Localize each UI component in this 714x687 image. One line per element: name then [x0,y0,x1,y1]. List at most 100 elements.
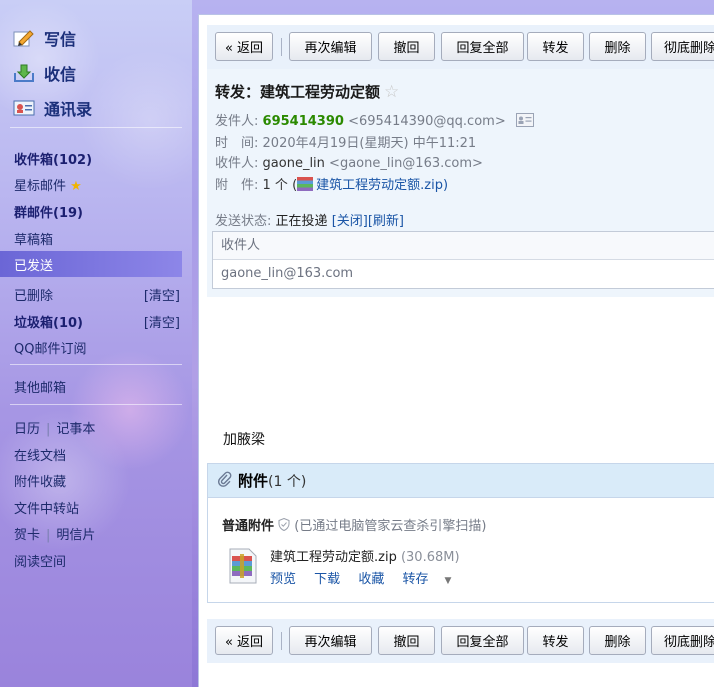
contact-card-icon [12,97,36,119]
time-label: 时 间: [215,136,259,151]
status-refresh-link[interactable]: [刷新] [368,214,404,229]
starred-label: 星标邮件 [14,179,67,194]
contact-card-icon[interactable] [515,112,534,131]
reply-all-button[interactable]: 回复全部 [441,32,524,61]
sidebar-item-inbox[interactable]: 收件箱(102) [14,149,92,168]
shield-icon [278,517,290,535]
inbox-download-icon [12,62,36,84]
sidebar-item-other-mailboxes[interactable]: 其他邮箱 [14,377,66,396]
reedit-button[interactable]: 再次编辑 [289,626,372,655]
attachment-file-name[interactable]: 建筑工程劳动定额.zip [270,550,397,565]
zip-icon [297,176,314,195]
status-label: 发送状态: [215,214,272,229]
attachment-type-row: 普通附件 (已通过电脑管家云查杀引擎扫描) [222,515,486,535]
to-label: 收件人: [215,156,259,171]
scan-note: (已通过电脑管家云查杀引擎扫描) [294,519,487,534]
reply-all-button[interactable]: 回复全部 [441,626,524,655]
attachment-file-size: (30.68M) [400,550,460,565]
recall-button[interactable]: 撤回 [378,32,435,61]
from-label: 发件人: [215,114,259,129]
save-to-dropdown[interactable]: 转存 ▼ [402,572,465,587]
attachments-header: 附件 (1 个) [208,464,714,498]
star-toggle-icon[interactable]: ☆ [384,82,399,102]
empty-deleted-link[interactable]: [清空] [144,285,180,304]
sidebar-item-subscriptions[interactable]: QQ邮件订阅 [14,338,86,357]
recipient-address: <gaone_lin@163.com> [329,156,483,171]
recipient-name[interactable]: gaone_lin [263,156,325,171]
pencil-icon [12,27,36,49]
mail-view: « 返回 再次编辑 撤回 回复全部 转发 删除 彻底删除 转发：建筑工程劳动定额… [198,14,714,687]
reading-space-link[interactable]: 阅读空间 [14,551,66,570]
delivery-table: 收件人 gaone_lin@163.com [212,231,714,289]
greeting-cards-link[interactable]: 贺卡 [14,528,40,543]
attachment-favorites-link[interactable]: 附件收藏 [14,471,66,490]
write-button[interactable]: 写信 [12,26,76,50]
attachments-title: 附件 [238,472,269,490]
receive-label: 收信 [44,65,77,84]
sidebar-item-deleted[interactable]: 已删除 [14,285,53,304]
save-to-label: 转存 [402,572,429,587]
favorite-link[interactable]: 收藏 [358,572,384,587]
sidebar-tools-row: 日历 | 记事本 [14,418,95,437]
pipe-separator: | [46,422,51,437]
calendar-link[interactable]: 日历 [14,422,40,437]
delete-button[interactable]: 删除 [589,626,646,655]
attachment-actions: 预览 下载 收藏 转存 ▼ [270,568,479,587]
sidebar-item-drafts[interactable]: 草稿箱 [14,229,53,248]
attachment-type-label: 普通附件 [222,519,275,534]
mail-subject: 转发：建筑工程劳动定额 ☆ [215,81,399,102]
receive-button[interactable]: 收信 [12,61,76,85]
subject-text: 转发：建筑工程劳动定额 [215,83,381,101]
forward-button[interactable]: 转发 [527,626,584,655]
sender-name[interactable]: 695414390 [263,114,344,129]
write-label: 写信 [44,30,77,49]
sidebar-cards-row: 贺卡 | 明信片 [14,524,95,543]
empty-spam-link[interactable]: [清空] [144,312,180,331]
recall-button[interactable]: 撤回 [378,626,435,655]
sent-label: 已发送 [14,259,54,274]
sidebar-item-sent[interactable]: 已发送 [0,251,182,277]
preview-link[interactable]: 预览 [270,572,296,587]
forward-button[interactable]: 转发 [527,32,584,61]
online-docs-link[interactable]: 在线文档 [14,445,66,464]
reedit-button[interactable]: 再次编辑 [289,32,372,61]
delete-button[interactable]: 删除 [589,32,646,61]
delivery-table-header: 收件人 [213,232,714,260]
delete-forever-button[interactable]: 彻底删除 [651,626,714,655]
sidebar-divider [10,364,182,365]
postcards-link[interactable]: 明信片 [56,528,95,543]
back-button[interactable]: « 返回 [215,32,273,61]
from-row: 发件人: 695414390 <695414390@qq.com> [215,110,534,131]
chevron-down-icon: ▼ [444,576,452,586]
contacts-button[interactable]: 通讯录 [12,96,92,120]
delete-forever-button[interactable]: 彻底删除 [651,32,714,61]
back-button[interactable]: « 返回 [215,626,273,655]
to-row: 收件人: gaone_lin <gaone_lin@163.com> [215,152,483,171]
status-close-link[interactable]: [关闭] [332,214,368,229]
contacts-label: 通讯录 [44,100,93,119]
zip-file-icon [228,548,258,584]
attachment-suffix: ) [442,178,449,193]
sender-address: <695414390@qq.com> [348,114,506,129]
toolbar-divider [281,38,282,56]
attachment-link[interactable]: 建筑工程劳动定额.zip [316,178,443,193]
sidebar-item-group[interactable]: 群邮件(19) [14,202,83,221]
notes-link[interactable]: 记事本 [56,422,95,437]
send-status-row: 发送状态: 正在投递 [关闭][刷新] [215,210,404,229]
time-value: 2020年4月19日(星期天) 中午11:21 [262,136,477,151]
toolbar-divider [281,632,282,650]
pipe-separator: | [46,528,51,543]
file-transfer-link[interactable]: 文件中转站 [14,498,79,517]
sidebar-divider [10,404,182,405]
mail-body: 加腋梁 [223,432,265,448]
sidebar-item-starred[interactable]: 星标邮件 ★ [14,175,82,194]
status-value: 正在投递 [275,214,328,229]
sidebar-item-spam[interactable]: 垃圾箱(10) [14,312,83,331]
download-link[interactable]: 下载 [314,572,340,587]
bottom-toolbar: « 返回 再次编辑 撤回 回复全部 转发 删除 彻底删除 [207,619,714,663]
top-toolbar: « 返回 再次编辑 撤回 回复全部 转发 删除 彻底删除 [207,25,714,69]
paperclip-icon [217,471,232,491]
star-icon: ★ [70,179,82,194]
time-row: 时 间: 2020年4月19日(星期天) 中午11:21 [215,132,476,151]
delivery-table-cell: gaone_lin@163.com [221,266,354,281]
